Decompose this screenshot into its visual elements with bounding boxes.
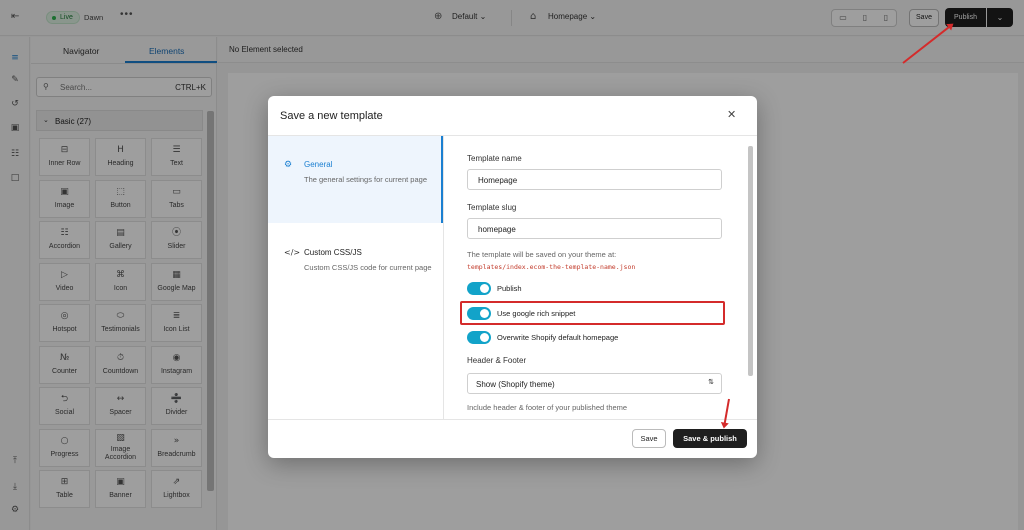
saved-note: The template will be saved on your theme… <box>467 250 617 259</box>
sidebar-item-general[interactable]: ⚙ General The general settings for curre… <box>268 136 443 223</box>
select-caret-icon: ⇅ <box>708 378 714 386</box>
close-icon[interactable]: ✕ <box>727 108 736 121</box>
header-footer-select[interactable]: Show (Shopify theme) ⇅ <box>467 373 722 394</box>
template-slug-input[interactable]: homepage <box>467 218 722 239</box>
general-settings-form: Template name Homepage Template slug hom… <box>467 136 745 419</box>
publish-toggle[interactable] <box>467 282 491 295</box>
publish-toggle-label: Publish <box>497 284 522 293</box>
save-and-publish-button[interactable]: Save & publish <box>673 429 747 448</box>
header-footer-note: Include header & footer of your publishe… <box>467 403 628 412</box>
dialog-save-button[interactable]: Save <box>632 429 666 448</box>
publish-toggle-row: Publish <box>467 280 727 296</box>
save-template-dialog: Save a new template ✕ ⚙ General The gene… <box>268 96 757 458</box>
template-name-input[interactable]: Homepage <box>467 169 722 190</box>
header-footer-value: Show (Shopify theme) <box>476 380 555 389</box>
dialog-sidebar: ⚙ General The general settings for curre… <box>268 136 444 419</box>
overwrite-homepage-toggle-row: Overwrite Shopify default homepage <box>467 329 727 345</box>
dialog-scrollbar[interactable] <box>747 138 754 418</box>
gear-icon: ⚙ <box>284 160 293 170</box>
template-path-note: The template will be saved on your theme… <box>467 249 727 273</box>
template-name-label: Template name <box>467 154 522 163</box>
code-icon: </> <box>284 248 301 257</box>
sidebar-item-title: Custom CSS/JS <box>304 248 362 257</box>
sidebar-item-title: General <box>304 160 333 169</box>
dialog-footer-divider <box>268 419 757 420</box>
dialog-title: Save a new template <box>280 110 383 122</box>
sidebar-item-description: The general settings for current page <box>304 175 427 184</box>
template-slug-label: Template slug <box>467 203 517 212</box>
overwrite-homepage-toggle-label: Overwrite Shopify default homepage <box>497 333 619 342</box>
dialog-scroll-thumb[interactable] <box>748 146 753 376</box>
saved-path: templates/index.ecom-the-template-name.j… <box>467 263 636 271</box>
sidebar-item-custom-css-js[interactable]: </> Custom CSS/JS Custom CSS/JS code for… <box>268 224 443 294</box>
overwrite-homepage-toggle[interactable] <box>467 331 491 344</box>
rich-snippet-highlight <box>460 301 725 325</box>
header-footer-label: Header & Footer <box>467 356 527 365</box>
sidebar-item-description: Custom CSS/JS code for current page <box>304 263 432 272</box>
